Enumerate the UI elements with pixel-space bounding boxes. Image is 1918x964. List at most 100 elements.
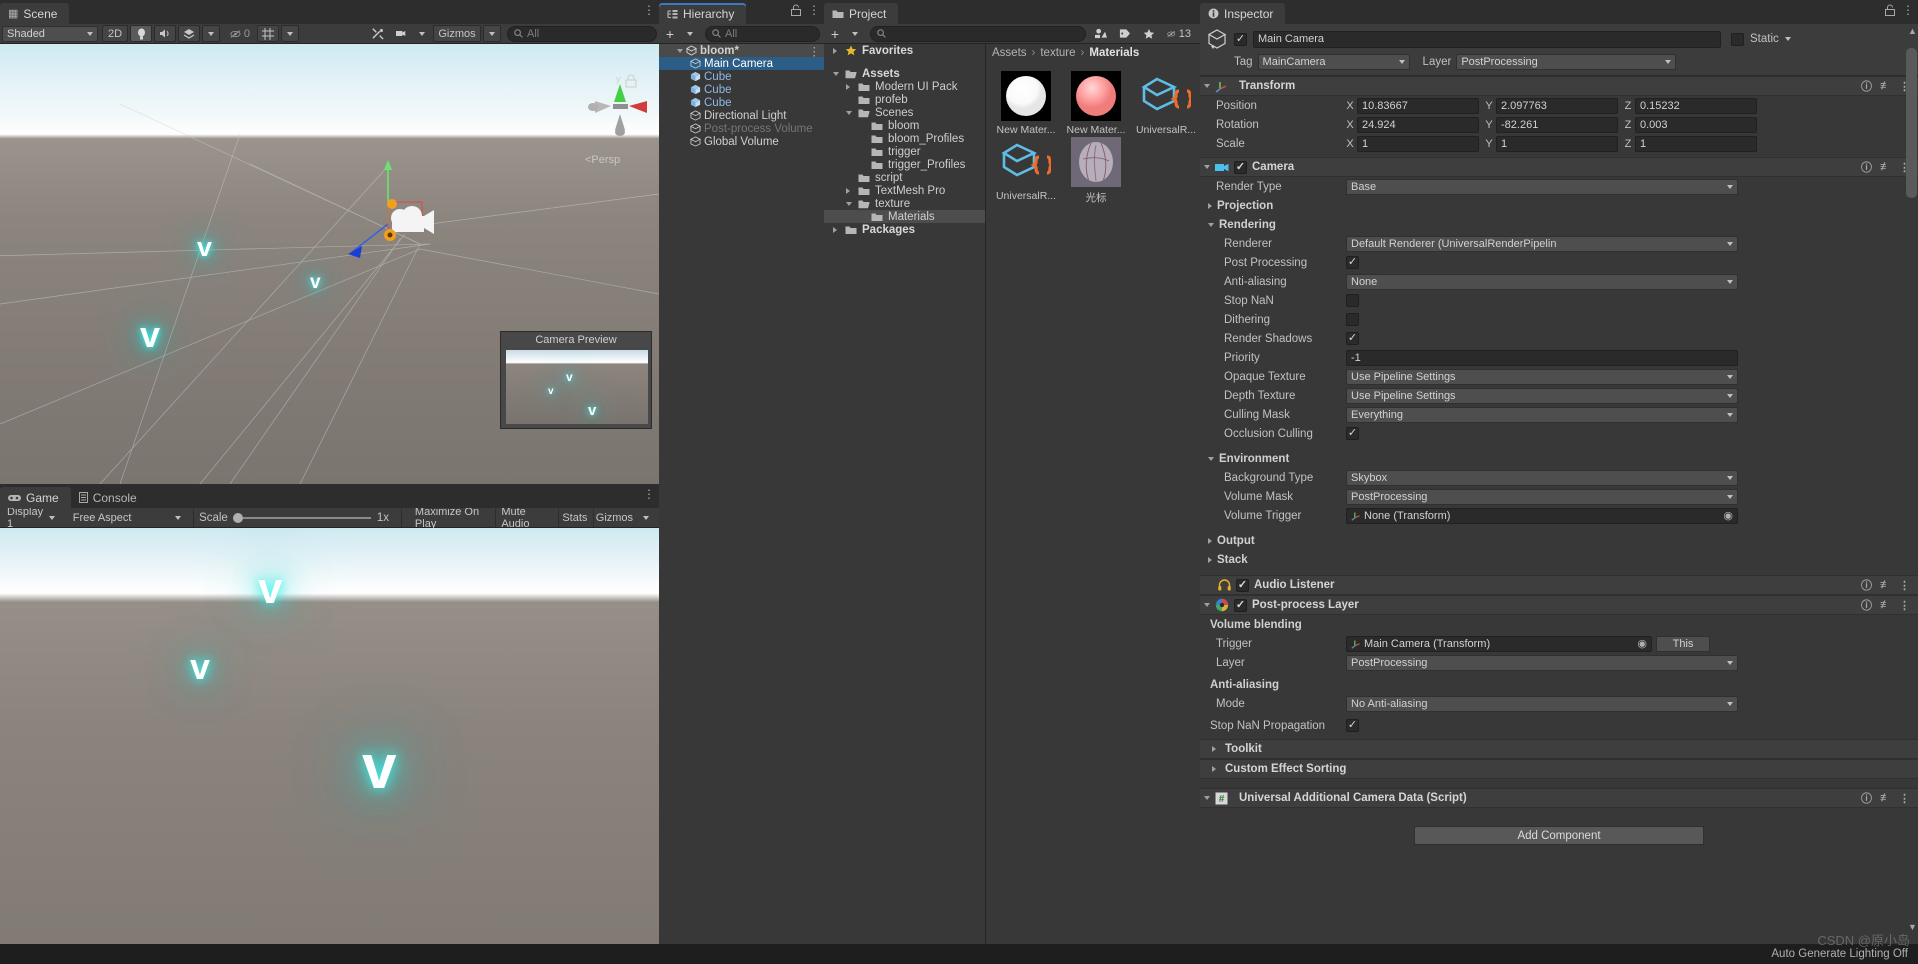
chevron-down-icon[interactable] [846,201,852,206]
chevron-down-icon[interactable] [1784,37,1791,41]
game-scale-slider[interactable] [232,510,371,526]
tab-hierarchy[interactable]: Hierarchy [659,3,747,24]
pp-trigger-this-button[interactable]: This [1656,635,1710,652]
projection-group-header[interactable]: Projection [1200,196,1918,215]
chevron-right-icon[interactable] [846,187,850,194]
rendering-occlusion-culling-checkbox[interactable]: ✓ [1346,427,1359,440]
tab-project[interactable]: Project [824,3,899,24]
tree-arrow[interactable] [846,110,855,115]
scene-viewport[interactable]: v v v y <Persp Camera Preview v v v [0,44,659,484]
object-enabled-checkbox[interactable]: ✓ [1234,32,1247,46]
asset-thumbnail[interactable] [1000,70,1052,122]
asset-item[interactable]: New Mater... [1064,70,1128,136]
asset-item[interactable]: 光标 [1064,136,1128,205]
project-tree-item-trigger[interactable]: trigger [824,145,985,158]
lock-icon[interactable] [1885,4,1895,16]
help-icon[interactable]: ⓘ [1861,597,1872,613]
layer-dropdown[interactable]: PostProcessing [1456,54,1677,70]
chevron-right-icon[interactable] [846,83,850,90]
hierarchy-item-post-process-volume[interactable]: Post-process Volume [659,122,824,135]
tree-arrow[interactable] [833,71,842,76]
breadcrumb-item-0[interactable]: Assets [992,47,1027,59]
tab-scene[interactable]: ▦ Scene [0,3,70,24]
hierarchy-item-cube[interactable]: Cube [659,96,824,109]
preset-icon[interactable]: ≢ [1880,599,1891,611]
grid-snap-toggle[interactable] [257,25,279,42]
chevron-right-icon[interactable] [1208,537,1212,544]
gizmos-dropdown[interactable] [483,25,501,42]
grid-snap-dropdown[interactable] [281,25,299,42]
environment-volume-mask-dropdown[interactable]: PostProcessing [1346,488,1738,505]
chevron-down-icon[interactable] [1204,165,1210,169]
asset-thumbnail[interactable] [1070,70,1122,122]
transform-rotation-z-field[interactable]: 0.003 [1635,116,1757,133]
camera-component-header[interactable]: ✓ Camera ⓘ ≢ ⋮ [1200,157,1918,177]
project-tree-item-bloom[interactable]: bloom [824,119,985,132]
asset-thumbnail[interactable] [1140,70,1192,122]
inspector-scrollbar[interactable]: ▲ ▼ [1906,26,1917,932]
postprocess-layer-enabled-checkbox[interactable]: ✓ [1234,598,1247,612]
chevron-right-icon[interactable] [833,226,837,233]
project-tree-item-textmesh-pro[interactable]: TextMesh Pro [824,184,985,197]
tree-arrow[interactable] [846,187,855,194]
game-scale-track[interactable] [242,516,371,519]
preset-icon[interactable]: ≢ [1880,579,1891,591]
universal-camera-data-header[interactable]: # Universal Additional Camera Data (Scri… [1200,788,1918,808]
chevron-down-icon[interactable] [1204,603,1210,607]
chevron-down-icon[interactable] [846,110,852,115]
audio-listener-header[interactable]: ✓ Audio Listener ⓘ ≢ ⋮ [1200,575,1918,595]
scene-camera-button[interactable] [391,25,411,42]
add-component-button[interactable]: Add Component [1414,826,1704,845]
preset-icon[interactable]: ≢ [1880,792,1891,804]
pp-trigger-object-field[interactable]: Main Camera (Transform) ◉ [1346,635,1652,652]
environment-background-type-dropdown[interactable]: Skybox [1346,469,1738,486]
kebab-icon[interactable]: ⋮ [643,487,655,501]
chevron-down-icon[interactable] [1208,456,1214,461]
help-icon[interactable]: ⓘ [1861,78,1872,94]
object-picker-icon[interactable]: ◉ [1637,637,1647,650]
stack-group-header[interactable]: Stack [1200,550,1918,569]
rendering-depth-texture-dropdown[interactable]: Use Pipeline Settings [1346,387,1738,404]
rendering-group-header[interactable]: Rendering [1200,215,1918,234]
shading-mode-dropdown[interactable]: Shaded [2,25,98,42]
environment-volume-trigger-object-field[interactable]: None (Transform) ◉ [1346,507,1738,524]
chevron-right-icon[interactable] [1208,202,1212,209]
scene-fx-dropdown[interactable] [202,25,220,42]
asset-thumbnail[interactable] [1000,136,1052,188]
rendering-dithering-checkbox[interactable] [1346,313,1359,326]
hierarchy-item-main-camera[interactable]: Main Camera [659,57,824,70]
game-display-dropdown[interactable]: Display 1 [2,506,60,530]
postprocess-layer-header[interactable]: ✓ Post-process Layer ⓘ ≢ ⋮ [1200,595,1918,615]
project-tree-item-materials[interactable]: Materials [824,210,985,223]
pp-stopnan-checkbox[interactable]: ✓ [1346,719,1359,732]
scene-tools-button[interactable] [367,25,389,42]
game-aspect-dropdown[interactable]: Free Aspect [68,509,186,526]
asset-item[interactable]: UniversalR... [994,136,1058,205]
rendering-priority-field[interactable]: -1 [1346,349,1738,366]
filter-by-type-button[interactable] [1090,25,1112,42]
chevron-down-icon[interactable] [1204,796,1210,800]
project-add-button[interactable]: + [826,25,844,42]
rendering-render-shadows-checkbox[interactable]: ✓ [1346,332,1359,345]
hierarchy-add-button[interactable]: + [661,25,679,42]
gizmos-button[interactable]: Gizmos [433,25,481,42]
hidden-objects-toggle[interactable]: 0 [225,25,255,42]
hierarchy-item-cube[interactable]: Cube [659,70,824,83]
transform-position-z-field[interactable]: 0.15232 [1635,97,1757,114]
project-content-pane[interactable]: Assets › texture › Materials New Mater..… [986,44,1200,964]
breadcrumb-item-1[interactable]: texture [1040,47,1075,59]
tab-console[interactable]: Console [71,487,149,508]
project-tree-item-favorites[interactable]: Favorites [824,44,985,57]
camera-enabled-checkbox[interactable]: ✓ [1234,160,1247,174]
game-scale-knob[interactable] [232,512,243,523]
asset-item[interactable]: New Mater... [994,70,1058,136]
breadcrumb-item-2[interactable]: Materials [1089,47,1139,59]
pp-mode-dropdown[interactable]: No Anti-aliasing [1346,695,1738,712]
kebab-icon[interactable]: ⋮ [1902,3,1914,17]
chevron-right-icon[interactable] [1212,746,1216,752]
project-tree-item-modern-ui-pack[interactable]: Modern UI Pack [824,80,985,93]
toolkit-group-header[interactable]: Toolkit [1200,739,1918,759]
inspector-scroll-thumb[interactable] [1906,48,1917,198]
chevron-down-icon[interactable] [1204,84,1210,88]
hierarchy-add-dropdown[interactable] [681,25,699,42]
